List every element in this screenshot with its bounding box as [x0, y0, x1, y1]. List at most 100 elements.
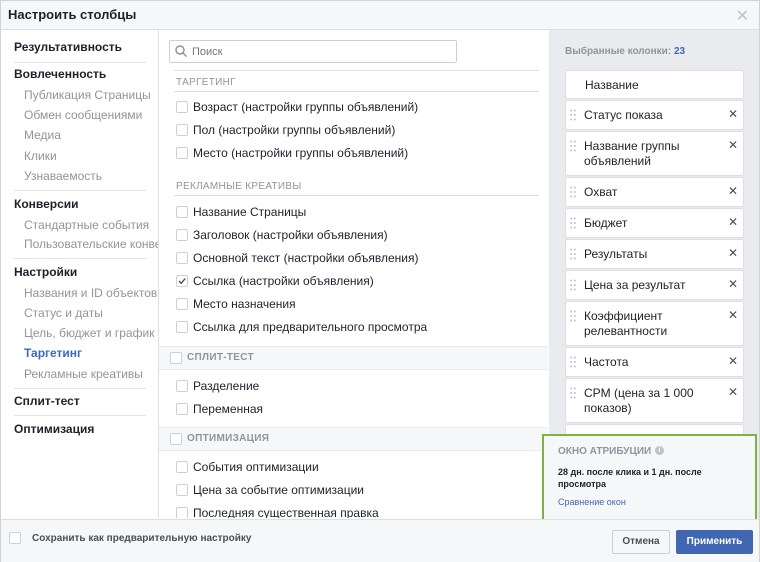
option-label: Название Страницы: [193, 205, 307, 219]
divider: [14, 415, 146, 416]
column-label: Название: [585, 78, 639, 92]
divider: [14, 258, 146, 259]
attribution-description: 28 дн. после клика и 1 дн. после просмот…: [558, 467, 702, 489]
search-input[interactable]: [190, 43, 454, 61]
sidebar-item-awareness[interactable]: Узнаваемость: [24, 169, 102, 183]
checkbox[interactable]: [176, 321, 188, 333]
section-label-targeting: ТАРГЕТИНГ: [176, 77, 236, 88]
section-label-creatives: РЕКЛАМНЫЕ КРЕАТИВЫ: [176, 181, 302, 192]
sidebar-item-page-post[interactable]: Публикация Страницы: [24, 88, 151, 102]
divider: [174, 91, 539, 92]
column-label: Цена за результат: [584, 278, 686, 292]
option-label: Разделение: [193, 379, 260, 393]
section-header-optimization[interactable]: ОПТИМИЗАЦИЯ: [159, 427, 548, 451]
sidebar-item-media[interactable]: Медиа: [24, 128, 61, 142]
selected-column[interactable]: Название группы объявлений ✕: [565, 131, 744, 176]
sidebar-item-custom-conversions[interactable]: Пользовательские конверсии: [24, 237, 158, 251]
drag-handle-icon[interactable]: [570, 310, 576, 322]
sidebar-category-engagement[interactable]: Вовлеченность: [14, 67, 106, 81]
option-label: Место назначения: [193, 297, 296, 311]
checkbox[interactable]: [176, 484, 188, 496]
selected-columns-label: Выбранные колонки:: [565, 46, 672, 57]
checkbox[interactable]: [176, 403, 188, 415]
checkbox[interactable]: [176, 461, 188, 473]
remove-icon[interactable]: ✕: [728, 215, 738, 229]
sidebar-item-targeting[interactable]: Таргетинг: [24, 346, 82, 360]
checkbox[interactable]: [176, 147, 188, 159]
info-icon[interactable]: i: [655, 446, 664, 455]
sidebar-category-performance[interactable]: Результативность: [14, 40, 122, 54]
checkbox[interactable]: [176, 507, 188, 518]
option-label: Ссылка для предварительного просмотра: [193, 320, 428, 334]
remove-icon[interactable]: ✕: [728, 308, 738, 322]
divider: [174, 70, 539, 71]
sidebar-category-split-test[interactable]: Сплит-тест: [14, 394, 80, 408]
drag-handle-icon[interactable]: [570, 109, 576, 121]
selected-column[interactable]: Результаты ✕: [565, 239, 744, 269]
selected-column[interactable]: CPM (цена за 1 000 показов) ✕: [565, 378, 744, 423]
save-preset-checkbox[interactable]: [9, 532, 21, 544]
customize-columns-dialog: Настроить столбцы ✕ Результативность Вов…: [0, 0, 760, 562]
sidebar-item-status-dates[interactable]: Статус и даты: [24, 306, 103, 320]
divider: [14, 190, 146, 191]
remove-icon[interactable]: ✕: [728, 354, 738, 368]
drag-handle-icon[interactable]: [570, 356, 576, 368]
sidebar-category-conversions[interactable]: Конверсии: [14, 197, 79, 211]
remove-icon[interactable]: ✕: [728, 107, 738, 121]
checkbox[interactable]: [176, 252, 188, 264]
compare-windows-link[interactable]: Сравнение окон: [558, 497, 626, 507]
remove-icon[interactable]: ✕: [728, 184, 738, 198]
apply-button[interactable]: Применить: [676, 530, 753, 554]
sidebar-item-names-ids[interactable]: Названия и ID объектов: [24, 286, 157, 300]
selected-column[interactable]: Цена за результат ✕: [565, 270, 744, 300]
sidebar-item-clicks[interactable]: Клики: [24, 149, 57, 163]
column-label: Статус показа: [584, 108, 663, 122]
checkbox[interactable]: [176, 298, 188, 310]
drag-handle-icon[interactable]: [570, 387, 576, 399]
option-label: Переменная: [193, 402, 263, 416]
section-label: СПЛИТ-ТЕСТ: [187, 352, 254, 363]
section-label: ОПТИМИЗАЦИЯ: [187, 433, 270, 444]
drag-handle-icon[interactable]: [570, 248, 576, 260]
drag-handle-icon[interactable]: [570, 279, 576, 291]
column-options-list: ТАРГЕТИНГ Возраст (настройки группы объя…: [159, 30, 548, 518]
divider: [174, 195, 539, 196]
column-label: Бюджет: [584, 216, 628, 230]
sidebar-category-optimization[interactable]: Оптимизация: [14, 422, 94, 436]
search-icon: [175, 45, 188, 58]
sidebar-category-settings[interactable]: Настройки: [14, 265, 77, 279]
sidebar-item-ad-creatives[interactable]: Рекламные креативы: [24, 367, 143, 381]
attribution-window-box: ОКНО АТРИБУЦИИ i 28 дн. после клика и 1 …: [542, 434, 757, 521]
checkbox[interactable]: [176, 206, 188, 218]
checkbox[interactable]: [176, 101, 188, 113]
search-box[interactable]: [169, 40, 457, 63]
section-header-split-test[interactable]: СПЛИТ-ТЕСТ: [159, 346, 548, 370]
drag-handle-icon[interactable]: [570, 140, 576, 152]
sidebar-item-standard-events[interactable]: Стандартные события: [24, 218, 149, 232]
drag-handle-icon[interactable]: [570, 217, 576, 229]
selected-column[interactable]: Бюджет ✕: [565, 208, 744, 238]
drag-handle-icon[interactable]: [570, 186, 576, 198]
sidebar-item-objective-budget[interactable]: Цель, бюджет и график: [24, 326, 154, 340]
remove-icon[interactable]: ✕: [728, 385, 738, 399]
remove-icon[interactable]: ✕: [728, 277, 738, 291]
checkbox[interactable]: [176, 229, 188, 241]
checkbox-checked[interactable]: [176, 275, 188, 287]
close-icon[interactable]: ✕: [736, 6, 749, 26]
sidebar-item-messaging[interactable]: Обмен сообщениями: [24, 108, 142, 122]
remove-icon[interactable]: ✕: [728, 246, 738, 260]
checkbox[interactable]: [170, 433, 182, 445]
dialog-footer: Сохранить как предварительную настройку …: [1, 519, 759, 562]
checkbox[interactable]: [170, 352, 182, 364]
selected-column[interactable]: Охват ✕: [565, 177, 744, 207]
category-sidebar: Результативность Вовлеченность Публикаци…: [1, 30, 159, 518]
checkbox[interactable]: [176, 124, 188, 136]
divider: [14, 62, 146, 63]
save-preset-label[interactable]: Сохранить как предварительную настройку: [32, 533, 251, 544]
remove-icon[interactable]: ✕: [728, 138, 738, 152]
selected-column[interactable]: Коэффициент релевантности ✕: [565, 301, 744, 346]
checkbox[interactable]: [176, 380, 188, 392]
selected-column[interactable]: Частота ✕: [565, 347, 744, 377]
selected-column[interactable]: Статус показа ✕: [565, 100, 744, 130]
cancel-button[interactable]: Отмена: [612, 530, 670, 554]
